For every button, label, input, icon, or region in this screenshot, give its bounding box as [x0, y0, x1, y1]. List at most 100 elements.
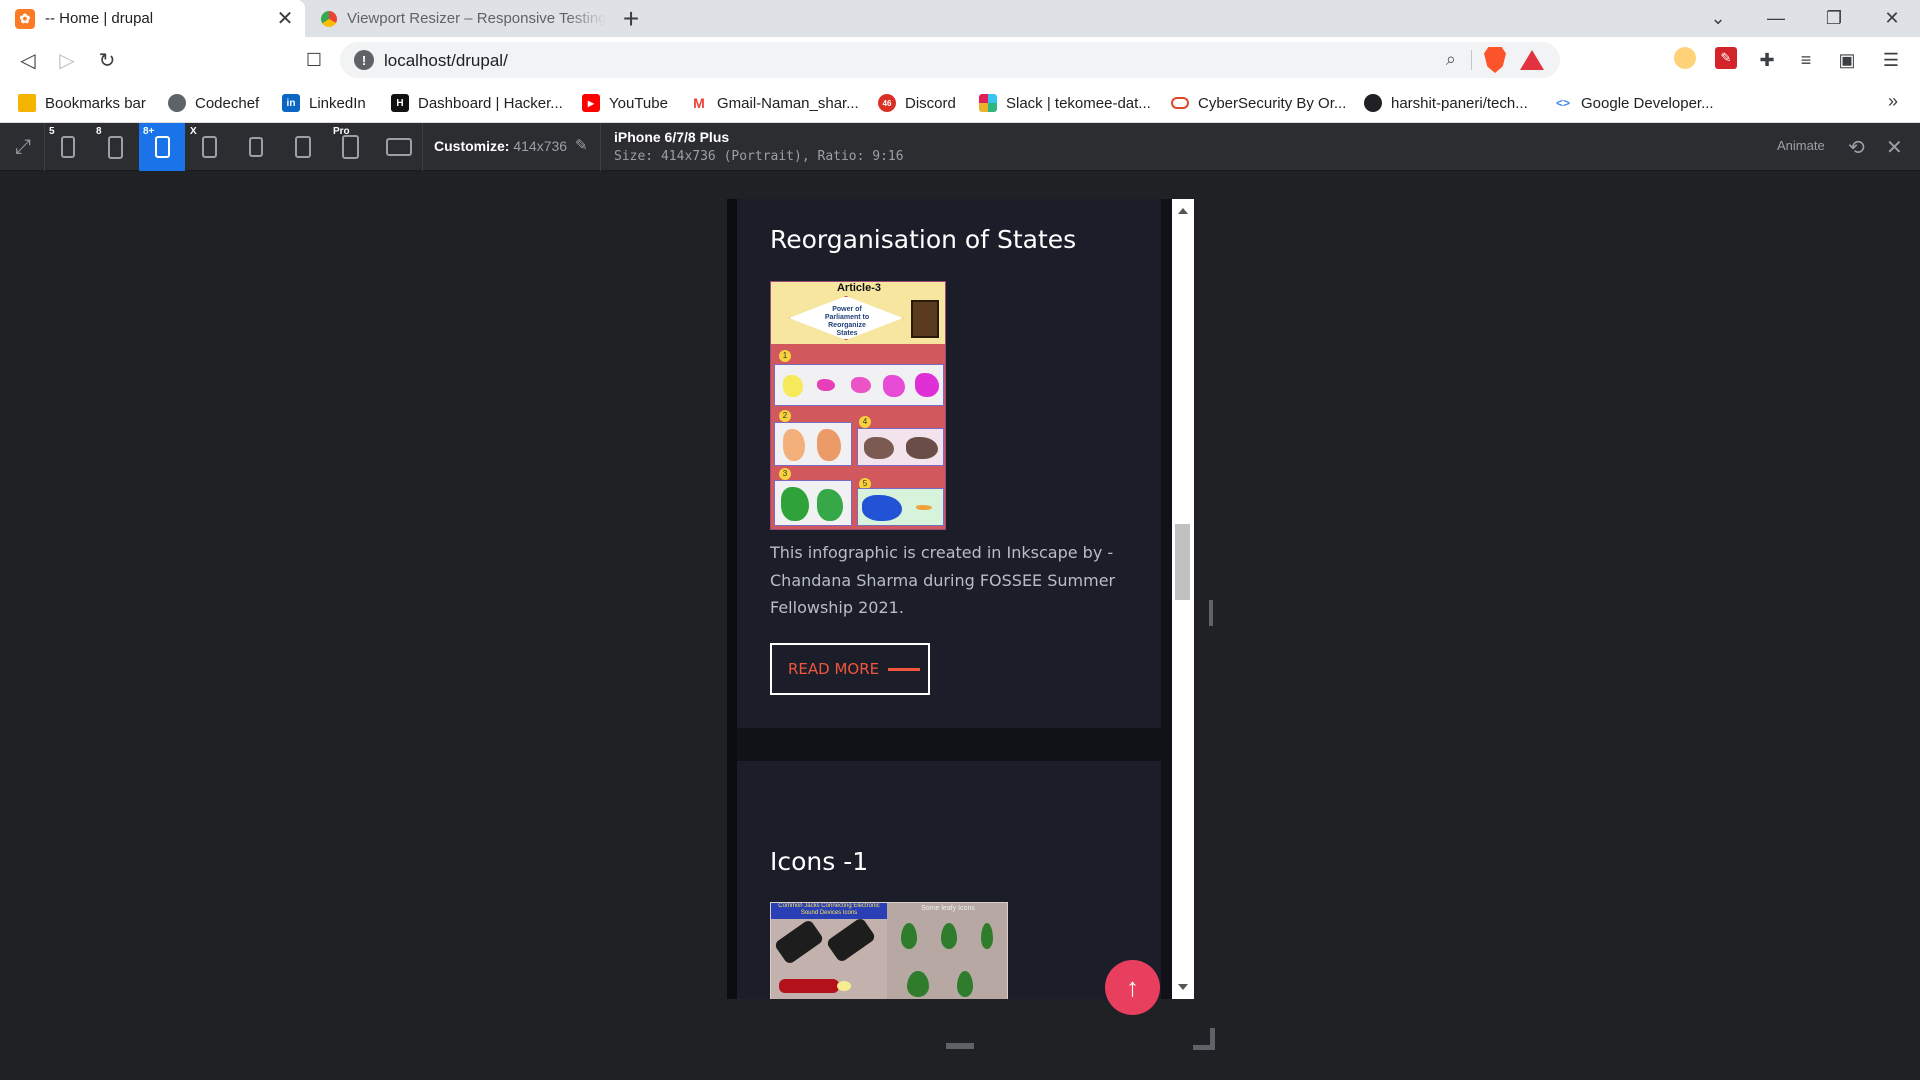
bookmark-bookmarks-bar[interactable]: Bookmarks bar	[18, 91, 146, 115]
state-map-shape	[915, 373, 939, 397]
tab-strip: ✿ -- Home | drupal ✕ Viewport Resizer – …	[0, 0, 1920, 37]
device-iphone-x-button[interactable]: X	[186, 123, 232, 171]
article-infographic-image[interactable]: Article-3 Power of Parliament to Reorgan…	[770, 281, 946, 530]
viewport-scrollbar[interactable]	[1172, 199, 1194, 999]
state-map-shape	[781, 487, 809, 521]
bookmark-discord[interactable]: 46 Discord	[878, 91, 956, 115]
brave-rewards-icon[interactable]	[1520, 50, 1544, 70]
leaf-icon	[907, 971, 929, 997]
article-title[interactable]: Reorganisation of States	[770, 225, 1076, 254]
bookmark-cybersecurity[interactable]: CyberSecurity By Or...	[1171, 91, 1346, 115]
gmail-icon: M	[690, 94, 708, 112]
bookmark-youtube[interactable]: ▶ YouTube	[582, 91, 668, 115]
bookmark-github[interactable]: harshit-paneri/tech...	[1364, 91, 1528, 115]
bookmark-hackerrank[interactable]: H Dashboard | Hacker...	[391, 91, 563, 115]
state-map-shape	[851, 377, 871, 393]
bookmark-gmail[interactable]: M Gmail-Naman_shar...	[690, 91, 859, 115]
bookmark-icon[interactable]: ☐	[300, 46, 328, 74]
infographic-row	[774, 364, 944, 406]
device-desktop-button[interactable]	[376, 123, 422, 171]
bookmark-slack[interactable]: Slack | tekomee-dat...	[979, 91, 1151, 115]
leaf-icon	[941, 923, 957, 949]
forward-arrow-icon[interactable]: ▷	[53, 46, 81, 74]
restore-button[interactable]: ❐	[1806, 0, 1862, 37]
phone-icon	[61, 136, 75, 158]
wallet-icon[interactable]: ▣	[1834, 47, 1860, 73]
zoom-icon[interactable]: ⌕	[1446, 49, 1456, 70]
bookmark-linkedin[interactable]: in LinkedIn	[282, 91, 366, 115]
divider	[1471, 50, 1472, 70]
resize-handle-corner[interactable]	[1193, 1028, 1215, 1050]
leaf-icon	[901, 923, 917, 949]
article-card: Reorganisation of States Article-3 Power…	[737, 199, 1161, 728]
fullscreen-toggle-icon[interactable]: ⤢	[0, 123, 46, 171]
step-number: 3	[779, 468, 791, 480]
reading-list-icon[interactable]: ≡	[1793, 47, 1819, 73]
extension-avatar-icon[interactable]	[1674, 47, 1696, 69]
state-map-shape	[864, 437, 894, 459]
step-number: 4	[859, 416, 871, 428]
xampp-favicon-icon: ✿	[15, 8, 35, 29]
device-iphone-8-plus-button[interactable]: 8+	[139, 123, 185, 171]
google-dev-icon: <>	[1554, 94, 1572, 112]
extension-pen-icon[interactable]: ✎	[1715, 47, 1737, 69]
tab-home-drupal[interactable]: ✿ -- Home | drupal ✕	[0, 0, 305, 37]
bookmark-google-developer[interactable]: <> Google Developer...	[1554, 91, 1714, 115]
article-title[interactable]: Icons -1	[770, 847, 868, 876]
scroll-up-icon[interactable]	[1178, 208, 1188, 214]
scroll-thumb[interactable]	[1175, 524, 1190, 600]
divider	[422, 123, 423, 171]
read-more-button[interactable]: READ MORE	[770, 643, 930, 695]
bookmark-label: YouTube	[609, 94, 668, 112]
site-info-icon[interactable]: !	[354, 50, 374, 70]
resizer-stage: Reorganisation of States Article-3 Power…	[0, 171, 1920, 1080]
close-resizer-icon[interactable]: ✕	[1886, 135, 1903, 160]
url-text[interactable]: localhost/drupal/	[384, 51, 508, 71]
bookmark-codechef[interactable]: Codechef	[168, 91, 259, 115]
tab-viewport-resizer[interactable]: Viewport Resizer – Responsive Testing	[306, 0, 606, 37]
minimize-button[interactable]: —	[1748, 0, 1804, 37]
device-iphone-8-button[interactable]: 8	[92, 123, 138, 171]
device-tablet-button[interactable]	[280, 123, 326, 171]
bookmarks-overflow-icon[interactable]: »	[1888, 91, 1898, 112]
brave-shields-icon[interactable]	[1484, 47, 1506, 73]
github-icon	[1364, 94, 1382, 112]
edit-pencil-icon[interactable]: ✎	[575, 136, 588, 154]
rotate-icon[interactable]: ⟲	[1848, 135, 1865, 160]
customize-size[interactable]: Customize: 414x736	[434, 138, 567, 154]
bookmark-label: Discord	[905, 94, 956, 112]
reload-icon[interactable]: ↻	[93, 46, 121, 74]
linkedin-icon: in	[282, 94, 300, 112]
bookmark-label: Codechef	[195, 94, 260, 112]
leaves-heading: Some leafy Icons	[921, 905, 975, 912]
phone-icon	[107, 135, 123, 159]
bookmark-label: Dashboard | Hacker...	[418, 94, 563, 112]
emulated-viewport[interactable]: Reorganisation of States Article-3 Power…	[727, 199, 1173, 999]
device-iphone-5-button[interactable]: 5	[45, 123, 91, 171]
new-tab-button[interactable]: +	[616, 3, 646, 34]
address-bar[interactable]: ! localhost/drupal/ ⌕	[340, 42, 1560, 78]
desktop-icon	[386, 138, 412, 156]
resize-handle-bottom[interactable]	[946, 1043, 974, 1049]
window-close-button[interactable]: ✕	[1864, 0, 1920, 37]
tablet-icon	[341, 135, 359, 159]
tab-search-chevron-icon[interactable]: ⌄	[1690, 0, 1746, 37]
customize-label: Customize:	[434, 138, 510, 154]
back-arrow-icon[interactable]: ◁	[14, 46, 42, 74]
resize-handle-right[interactable]	[1209, 600, 1213, 626]
extensions-puzzle-icon[interactable]: ✚	[1754, 47, 1780, 73]
menu-icon[interactable]: ☰	[1878, 47, 1904, 73]
device-ipad-pro-button[interactable]: Pro	[327, 123, 373, 171]
article-icons-image[interactable]: Common Jacks Connecting Electronic Sound…	[770, 902, 1008, 999]
device-tablet-small-button[interactable]	[233, 123, 279, 171]
state-map-shape	[883, 375, 905, 397]
state-map-shape	[906, 437, 938, 459]
tab-close-icon[interactable]: ✕	[273, 7, 297, 31]
back-to-top-button[interactable]: ↑	[1105, 960, 1160, 1015]
step-number: 2	[779, 410, 791, 422]
infographic-row	[774, 480, 852, 526]
scroll-down-icon[interactable]	[1178, 984, 1188, 990]
customize-value: 414x736	[513, 138, 568, 154]
rca-tip-icon	[837, 981, 851, 991]
animate-toggle[interactable]: Animate	[1777, 138, 1825, 153]
